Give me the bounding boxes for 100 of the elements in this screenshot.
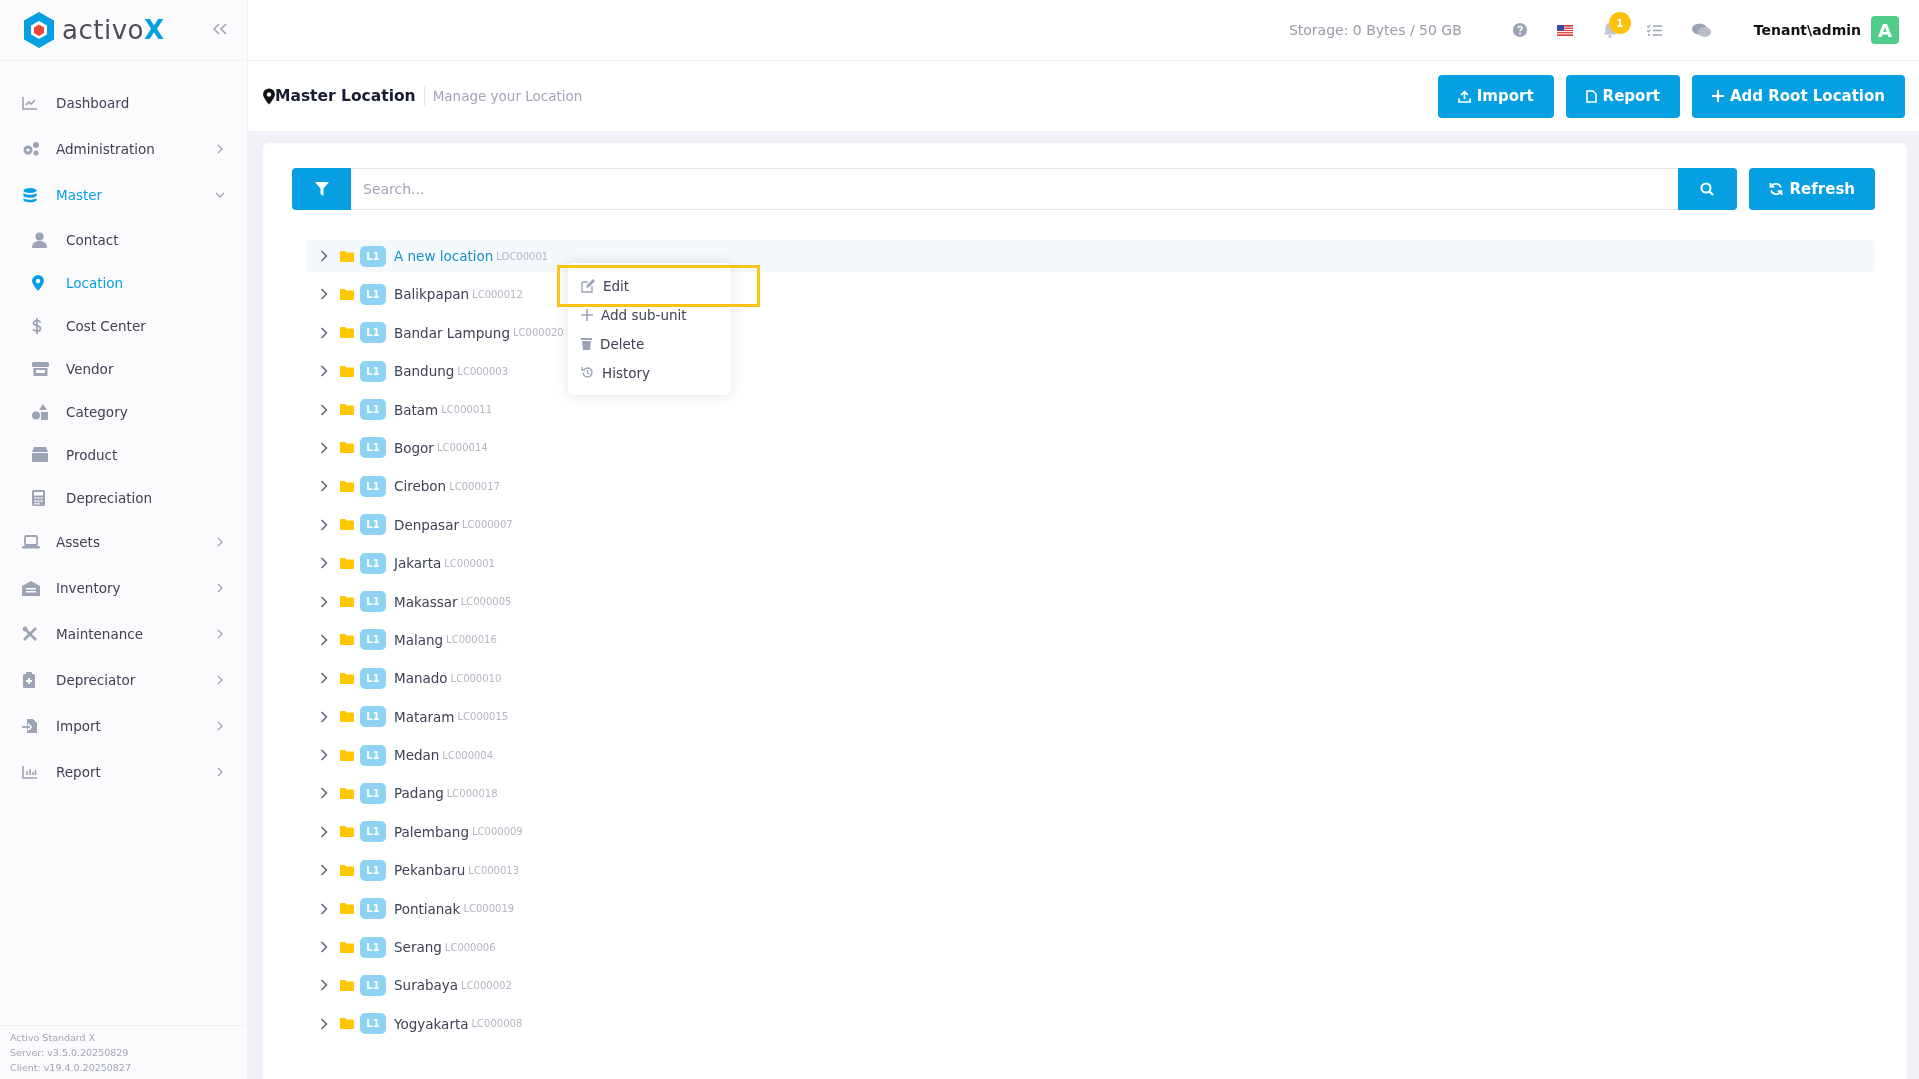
sidebar-subitem[interactable]: Product <box>0 433 247 476</box>
expand-chevron-icon <box>320 403 328 416</box>
level-badge: L1 <box>360 360 386 382</box>
tools-icon <box>22 626 38 642</box>
folder-icon <box>340 711 354 723</box>
map-pin-icon <box>263 87 275 105</box>
bar-chart-icon <box>22 764 38 780</box>
sidebar-item[interactable]: Import <box>0 703 247 749</box>
tree-row[interactable]: L1 Bogor LC000014 <box>292 431 494 464</box>
folder-icon <box>340 288 354 300</box>
tree-row[interactable]: L1 Denpasar LC000007 <box>292 508 519 541</box>
search-button[interactable] <box>1677 168 1737 210</box>
map-pin-icon <box>32 274 44 291</box>
sidebar-item[interactable]: Report <box>0 749 247 795</box>
tree-row[interactable]: L1 Medan LC000004 <box>292 739 500 772</box>
location-name: Pekanbaru <box>394 862 466 879</box>
database-icon <box>22 187 38 203</box>
expand-chevron-icon <box>320 864 328 877</box>
level-badge: L1 <box>360 245 386 267</box>
tree-row[interactable]: L1 Manado LC000010 <box>292 662 508 695</box>
filter-icon <box>314 182 329 196</box>
level-badge: L1 <box>360 821 386 843</box>
tree-row[interactable]: L1 Bandar Lampung LC000020 <box>292 316 570 349</box>
folder-icon <box>340 404 354 416</box>
help-icon <box>1512 23 1527 37</box>
expand-chevron-icon <box>320 595 328 608</box>
tree-row[interactable]: L1 Balikpapan LC000012 <box>292 278 529 311</box>
chevron-icon <box>215 583 225 593</box>
folder-icon <box>340 557 354 569</box>
location-code: LOC00001 <box>496 250 549 262</box>
location-name: Pontianak <box>394 900 461 917</box>
store-icon <box>32 361 49 376</box>
tree-row[interactable]: L1 Serang LC000006 <box>292 931 502 964</box>
location-name: Serang <box>394 939 442 956</box>
level-badge: L1 <box>360 591 386 612</box>
filter-button[interactable] <box>292 168 351 210</box>
expand-chevron-icon <box>320 518 328 531</box>
location-name: Balikpapan <box>394 286 470 303</box>
history-icon <box>581 366 594 379</box>
folder-icon <box>340 519 354 531</box>
tree-row[interactable]: L1 Batam LC000011 <box>292 393 498 426</box>
tree-row[interactable]: L1 Yogyakarta LC000008 <box>292 1007 529 1040</box>
location-code: LC000003 <box>457 365 509 377</box>
sidebar-item[interactable]: Dashboard <box>0 80 247 126</box>
folder-icon <box>340 442 354 454</box>
sidebar-subitem[interactable]: Category <box>0 390 247 433</box>
chart-icon <box>22 95 38 111</box>
warehouse-icon <box>22 580 40 596</box>
tree-row[interactable]: L1 Bandung LC000003 <box>292 355 515 388</box>
tree-row[interactable]: L1 Malang LC000016 <box>292 623 503 656</box>
location-name: Padang <box>394 785 444 802</box>
location-code: LC000006 <box>444 941 496 953</box>
level-badge: L1 <box>360 629 386 651</box>
sidebar-item[interactable]: Assets <box>0 519 247 565</box>
location-name: Yogyakarta <box>394 1015 469 1032</box>
tree-row[interactable]: L1 Padang LC000018 <box>292 777 504 810</box>
sidebar-item[interactable]: Inventory <box>0 565 247 611</box>
expand-chevron-icon <box>320 250 328 262</box>
calculator-icon <box>32 489 45 506</box>
expand-chevron-icon <box>320 749 328 762</box>
menu-item[interactable]: History <box>568 358 731 387</box>
search-field[interactable]: Search... <box>351 168 1678 210</box>
collapse-icon <box>213 23 227 35</box>
expand-chevron-icon <box>320 672 328 685</box>
folder-icon <box>340 787 354 799</box>
checklist-icon <box>1646 23 1662 37</box>
level-badge: L1 <box>360 322 386 344</box>
tree-row[interactable]: L1 Mataram LC000015 <box>292 700 515 733</box>
flag-icon <box>1556 24 1573 36</box>
location-name: Denpasar <box>394 516 459 533</box>
location-code: LC000005 <box>460 596 512 607</box>
tree-row[interactable]: L1 Jakarta LC000001 <box>292 547 501 580</box>
sidebar-subitem[interactable]: Cost Center <box>0 304 247 347</box>
sidebar-subitem[interactable]: Vendor <box>0 347 247 390</box>
sidebar-subitem[interactable]: Contact <box>0 218 247 261</box>
document-icon <box>1585 89 1597 103</box>
location-name: Surabaya <box>394 977 459 994</box>
user-name[interactable]: Tenant\admin <box>1753 22 1861 38</box>
sidebar-subitem[interactable]: Depreciation <box>0 476 247 519</box>
tree-row[interactable]: L1 Surabaya LC000002 <box>292 969 518 1002</box>
tree-row[interactable]: L1 Pontianak LC000019 <box>292 892 521 925</box>
plus-icon <box>581 308 593 321</box>
location-name: Malang <box>394 631 444 648</box>
location-code: LC000018 <box>446 787 498 799</box>
sidebar-item[interactable]: Maintenance <box>0 611 247 657</box>
level-badge: L1 <box>360 667 386 689</box>
menu-item[interactable]: Delete <box>568 329 731 358</box>
folder-icon <box>340 749 354 761</box>
tree-row[interactable]: L1 Cirebon LC000017 <box>292 470 506 503</box>
level-badge: L1 <box>360 974 386 996</box>
menu-item[interactable]: Edit <box>557 265 760 307</box>
expand-chevron-icon <box>320 633 328 646</box>
tree-row[interactable]: L1 Pekanbaru LC000013 <box>292 854 526 887</box>
tree-row[interactable]: L1 Makassar LC000005 <box>292 585 518 618</box>
expand-chevron-icon <box>320 941 328 954</box>
sidebar-item[interactable]: Administration <box>0 126 247 172</box>
sidebar-item[interactable]: Depreciator <box>0 657 247 703</box>
chevron-icon <box>215 537 225 547</box>
tree-row[interactable]: L1 Palembang LC000009 <box>292 815 529 848</box>
tree-row[interactable]: L1 A new location LOC00001 <box>306 240 1875 272</box>
